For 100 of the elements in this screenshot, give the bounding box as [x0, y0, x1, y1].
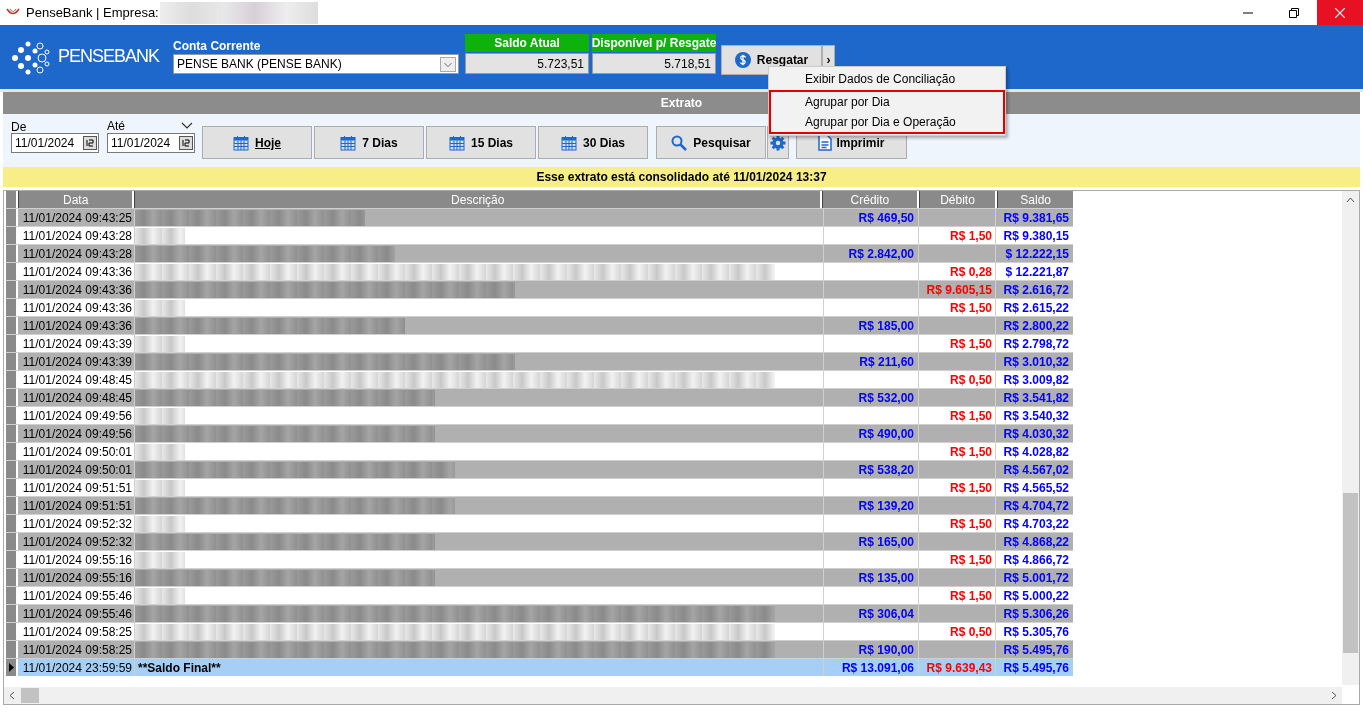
credit-cell: R$ 306,04 [858, 605, 914, 622]
scroll-thumb[interactable] [1343, 493, 1358, 653]
table-row[interactable]: 11/01/2024 09:51:51 R$ 139,20 R$ 4.704,72 [6, 496, 1073, 514]
debit-cell: R$ 1,50 [949, 551, 992, 568]
table-row[interactable]: 11/01/2024 09:49:56 R$ 490,00 R$ 4.030,32 [6, 424, 1073, 442]
chevron-down-icon [181, 121, 193, 130]
debit-cell: R$ 1,50 [949, 335, 992, 352]
table-row[interactable]: 11/01/2024 09:43:39 R$ 211,60 R$ 3.010,32 [6, 352, 1073, 370]
date-cell: 11/01/2024 09:55:46 [22, 587, 132, 604]
debit-cell: R$ 0,50 [949, 623, 992, 640]
grid-corner [6, 191, 16, 208]
search-button[interactable]: Pesquisar [656, 126, 766, 159]
account-label: Conta Corrente [173, 38, 262, 53]
table-row[interactable]: 11/01/2024 09:48:45 R$ 0,50 R$ 3.009,82 [6, 370, 1073, 388]
date-cell: 11/01/2024 09:49:56 [22, 425, 132, 442]
table-row[interactable]: 11/01/2024 09:55:46 R$ 1,50 R$ 5.000,22 [6, 586, 1073, 604]
table-row[interactable]: 11/01/2024 09:50:01 R$ 538,20 R$ 4.567,02 [6, 460, 1073, 478]
calendar-icon [561, 134, 577, 151]
balance-cell: R$ 4.866,72 [1003, 551, 1069, 568]
credit-cell: R$ 135,00 [858, 569, 914, 586]
date-cell: 11/01/2024 09:55:46 [22, 605, 132, 622]
balance-cell: R$ 5.495,76 [1003, 659, 1069, 676]
balance-cell: R$ 4.565,52 [1003, 479, 1069, 496]
credit-cell: R$ 190,00 [858, 641, 914, 658]
from-date-field[interactable]: 11/01/2024 [11, 133, 99, 153]
debit-cell: R$ 0,50 [949, 371, 992, 388]
table-row[interactable]: 11/01/2024 09:43:36 R$ 1,50 R$ 2.615,22 [6, 298, 1073, 316]
search-icon [671, 134, 688, 151]
date-cell: 11/01/2024 09:51:51 [22, 497, 132, 514]
period-button[interactable]: 7 Dias [314, 126, 424, 159]
debit-cell: R$ 1,50 [949, 443, 992, 460]
period-button[interactable]: 30 Dias [538, 126, 648, 159]
date-cell: 11/01/2024 09:49:56 [22, 407, 132, 424]
balance-cell: R$ 5.306,26 [1003, 605, 1069, 622]
credit-cell: R$ 139,20 [858, 497, 914, 514]
calendar-icon [340, 134, 357, 151]
date-cell: 11/01/2024 09:52:32 [22, 533, 132, 550]
credit-cell: R$ 532,00 [858, 389, 914, 406]
account-dropdown[interactable]: PENSE BANK (PENSE BANK) [173, 54, 460, 74]
table-row[interactable]: 11/01/2024 09:55:46 R$ 306,04 R$ 5.306,26 [6, 604, 1073, 622]
balance-cell: R$ 3.010,32 [1003, 353, 1069, 370]
date-cell: 11/01/2024 09:50:01 [22, 443, 132, 460]
date-cell: 11/01/2024 09:58:25 [22, 641, 132, 658]
horizontal-scrollbar[interactable] [4, 687, 1342, 704]
table-row[interactable]: 11/01/2024 09:43:28 R$ 2.842,00 $ 12.222,15 [6, 244, 1073, 262]
table-row[interactable]: 11/01/2024 09:58:25 R$ 0,50 R$ 5.305,76 [6, 622, 1073, 640]
date-cell: 11/01/2024 09:43:25 [22, 209, 132, 226]
table-row[interactable]: 11/01/2024 09:52:32 R$ 165,00 R$ 4.868,22 [6, 532, 1073, 550]
to-date-field[interactable]: 11/01/2024 [107, 133, 195, 153]
table-row[interactable]: 11/01/2024 09:43:25 R$ 469,50 R$ 9.381,65 [6, 208, 1073, 226]
balance-value-field: 5.718,51 [592, 53, 717, 74]
date-cell: 11/01/2024 09:43:36 [22, 281, 132, 298]
credit-cell: R$ 185,00 [858, 317, 914, 334]
balance-cell: R$ 5.495,76 [1003, 641, 1069, 658]
period-button[interactable]: 15 Dias [426, 126, 536, 159]
table-row[interactable]: 11/01/2024 09:43:36 R$ 185,00 R$ 2.800,22 [6, 316, 1073, 334]
credit-cell: R$ 211,60 [859, 353, 914, 370]
calendar-icon [179, 136, 193, 150]
menu-item[interactable]: Agrupar por Dia e Operação [769, 112, 1005, 134]
balance-cell: R$ 5.000,22 [1003, 587, 1069, 604]
selected-table-row[interactable]: 11/01/2024 23:59:59 **Saldo Final** R$ 13.091,06 R$ 9.639,43 R$ 5.495,76 [6, 658, 1073, 676]
vertical-scrollbar[interactable] [1342, 191, 1359, 685]
row-selector[interactable] [6, 659, 18, 676]
table-row[interactable]: 11/01/2024 09:43:28 R$ 1,50 R$ 9.380,15 [6, 226, 1073, 244]
balance-cell: R$ 4.703,22 [1003, 515, 1069, 532]
balance-cell: R$ 4.030,32 [1003, 425, 1069, 442]
table-row[interactable]: 11/01/2024 09:52:32 R$ 1,50 R$ 4.703,22 [6, 514, 1073, 532]
balance-cell: R$ 2.798,72 [1003, 335, 1069, 352]
date-cell: 11/01/2024 09:43:39 [22, 353, 132, 370]
debit-cell: R$ 1,50 [949, 587, 992, 604]
table-row[interactable]: 11/01/2024 09:50:01 R$ 1,50 R$ 4.028,82 [6, 442, 1073, 460]
bank-logo-text: PENSEBANK [58, 45, 160, 68]
debit-cell: R$ 1,50 [949, 479, 992, 496]
table-row[interactable]: 11/01/2024 09:51:51 R$ 1,50 R$ 4.565,52 [6, 478, 1073, 496]
balance-cell: R$ 9.381,65 [1003, 209, 1069, 226]
period-button[interactable]: Hoje [202, 126, 312, 159]
scroll-right-icon [1331, 691, 1337, 700]
table-row[interactable]: 11/01/2024 09:58:25 R$ 190,00 R$ 5.495,76 [6, 640, 1073, 658]
date-cell: 11/01/2024 09:50:01 [22, 461, 132, 478]
table-row[interactable]: 11/01/2024 09:55:16 R$ 1,50 R$ 4.866,72 [6, 550, 1073, 568]
date-cell: 11/01/2024 23:59:59 [22, 659, 132, 676]
balance-cell: $ 12.222,15 [1005, 245, 1069, 262]
debit-cell: R$ 1,50 [949, 299, 992, 316]
credit-cell: R$ 13.091,06 [841, 659, 914, 676]
table-row[interactable]: 11/01/2024 09:48:45 R$ 532,00 R$ 3.541,82 [6, 388, 1073, 406]
date-cell: 11/01/2024 09:48:45 [22, 371, 132, 388]
debit-cell: R$ 9.639,43 [926, 659, 992, 676]
balance-cell: R$ 5.305,76 [1003, 623, 1069, 640]
scroll-thumb[interactable] [21, 688, 39, 703]
menu-item[interactable]: Agrupar por Dia [769, 90, 1005, 112]
table-row[interactable]: 11/01/2024 09:43:36 R$ 0,28 $ 12.221,87 [6, 262, 1073, 280]
table-row[interactable]: 11/01/2024 09:49:56 R$ 1,50 R$ 3.540,32 [6, 406, 1073, 424]
table-row[interactable]: 11/01/2024 09:43:36 R$ 9.605,15 R$ 2.616,72 [6, 280, 1073, 298]
balance-cell: R$ 2.615,22 [1003, 299, 1069, 316]
table-row[interactable]: 11/01/2024 09:55:16 R$ 135,00 R$ 5.001,72 [6, 568, 1073, 586]
balance-cell: R$ 5.001,72 [1003, 569, 1069, 586]
calendar-icon [449, 134, 465, 151]
table-row[interactable]: 11/01/2024 09:43:39 R$ 1,50 R$ 2.798,72 [6, 334, 1073, 352]
date-cell: 11/01/2024 09:43:28 [22, 245, 132, 262]
date-cell: 11/01/2024 09:43:28 [22, 227, 132, 244]
